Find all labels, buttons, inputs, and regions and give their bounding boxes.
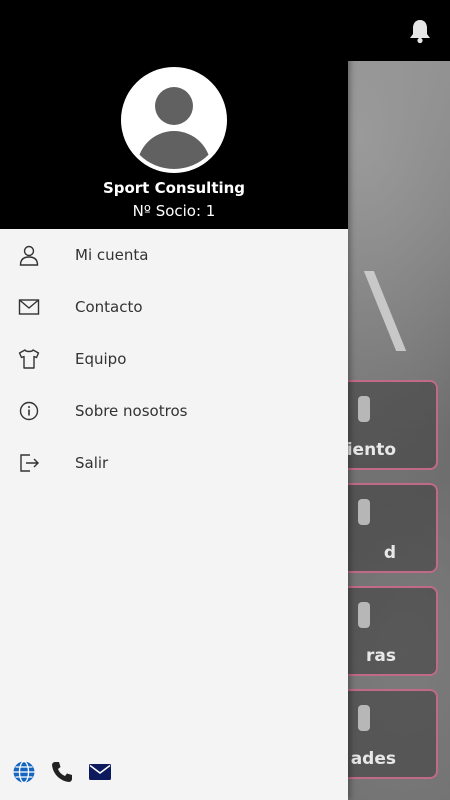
avatar-head [155,87,193,125]
menu-item-sobre-nosotros[interactable]: Sobre nosotros [0,385,348,437]
card-icon [358,396,370,422]
menu-item-label: Contacto [75,298,143,316]
bell-icon[interactable] [408,18,432,44]
profile-name: Sport Consulting [102,179,246,197]
menu-item-equipo[interactable]: Equipo [0,333,348,385]
tshirt-icon [18,349,40,369]
card-label: d [383,543,396,563]
globe-icon[interactable] [12,760,36,784]
menu-item-label: Mi cuenta [75,246,149,264]
avatar[interactable] [121,67,227,173]
menu-item-label: Sobre nosotros [75,402,188,420]
card-label: ades [350,749,396,769]
menu-item-salir[interactable]: Salir [0,437,348,489]
card-icon [358,602,370,628]
menu-item-label: Equipo [75,350,127,368]
menu-item-label: Salir [75,454,109,472]
drawer-footer [12,760,112,784]
card-icon [358,705,370,731]
drawer-menu: Mi cuenta Contacto Equipo Sobre nosotros [0,229,348,489]
user-icon [19,245,39,266]
menu-item-contacto[interactable]: Contacto [0,281,348,333]
navigation-drawer: Sport Consulting Nº Socio: 1 Mi cuenta C… [0,0,348,800]
envelope-icon[interactable] [88,760,112,784]
menu-item-mi-cuenta[interactable]: Mi cuenta [0,229,348,281]
info-icon [19,401,39,421]
user-avatar-icon [125,71,223,169]
logout-icon [20,454,39,472]
member-number: Nº Socio: 1 [132,202,216,220]
card-icon [358,499,370,525]
avatar-body [137,131,211,169]
drawer-header: Sport Consulting Nº Socio: 1 [0,0,348,229]
card-label: ras [366,646,396,666]
mail-icon [18,299,40,315]
phone-icon[interactable] [50,760,74,784]
